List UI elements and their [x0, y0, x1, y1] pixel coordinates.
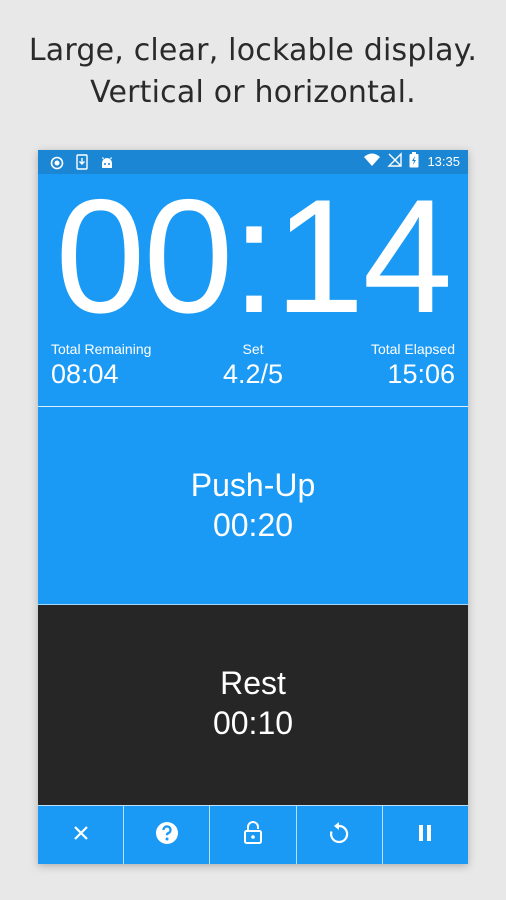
bottom-toolbar — [38, 805, 468, 864]
pause-icon — [417, 824, 433, 846]
restart-button[interactable] — [297, 806, 383, 864]
next-interval-panel: Rest 00:10 — [38, 605, 468, 805]
current-interval-time: 00:20 — [212, 507, 294, 543]
promo-caption: Large, clear, lockable display. Vertical… — [0, 30, 506, 114]
total-elapsed-value: 15:06 — [387, 359, 455, 389]
next-interval-name: Rest — [220, 665, 286, 701]
help-icon — [155, 821, 179, 849]
main-timer: 00:14 — [55, 166, 452, 347]
restart-icon — [328, 821, 350, 849]
next-interval-time: 00:10 — [212, 705, 294, 741]
total-elapsed-label: Total Elapsed — [370, 341, 455, 357]
close-icon — [72, 824, 90, 846]
current-interval-panel: Push-Up 00:20 — [38, 407, 468, 604]
caption-line-1: Large, clear, lockable display. — [28, 33, 478, 68]
lock-button[interactable] — [210, 806, 297, 864]
total-elapsed: Total Elapsed 15:06 — [371, 340, 455, 390]
stats-row: Total Remaining 08:04 Set 4.2/5 Total El… — [51, 340, 455, 400]
close-button[interactable] — [38, 806, 125, 864]
current-interval-name: Push-Up — [190, 467, 316, 503]
lock-icon — [243, 821, 263, 849]
caption-line-2: Vertical or horizontal. — [90, 75, 416, 110]
pause-button[interactable] — [383, 806, 468, 864]
help-button[interactable] — [124, 806, 211, 864]
phone-screen: 13:35 00:14 Total Remaining 08:04 Set 4.… — [38, 150, 468, 864]
